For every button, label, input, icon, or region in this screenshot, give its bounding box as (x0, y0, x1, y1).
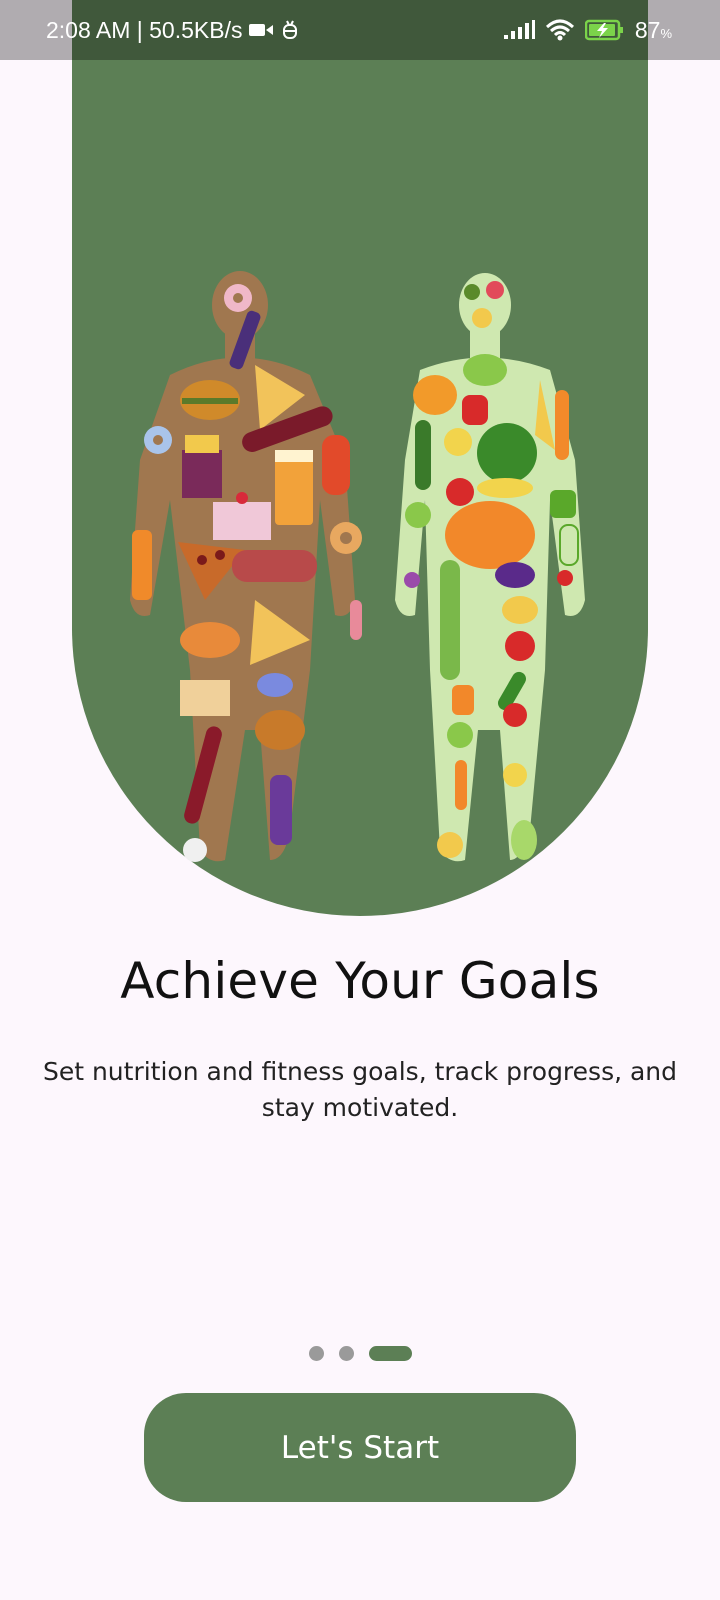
lets-start-button[interactable]: Let's Start (144, 1393, 576, 1502)
status-bar: 2:08 AM | 50.5KB/s 87% (0, 0, 720, 60)
body-food-comparison-illustration (110, 270, 610, 890)
battery-percentage: 87% (634, 16, 672, 43)
bug-icon (280, 19, 300, 41)
page-dot-2[interactable] (339, 1346, 354, 1361)
wifi-icon (545, 19, 575, 41)
onboarding-description: Set nutrition and fitness goals, track p… (42, 1057, 678, 1122)
status-time-speed: 2:08 AM | 50.5KB/s (46, 16, 243, 43)
junk-food-body-figure (130, 271, 362, 862)
page-dot-3-active[interactable] (369, 1346, 412, 1361)
battery-charging-icon (584, 19, 625, 41)
page-dot-1[interactable] (309, 1346, 324, 1361)
status-left: 2:08 AM | 50.5KB/s (46, 0, 300, 60)
video-icon (248, 21, 274, 39)
vegetable-body-figure (395, 273, 585, 862)
status-right: 87% (503, 0, 672, 60)
onboarding-title: Achieve Your Goals (120, 952, 600, 1010)
page-indicator (309, 1346, 412, 1361)
signal-icon (503, 20, 535, 40)
